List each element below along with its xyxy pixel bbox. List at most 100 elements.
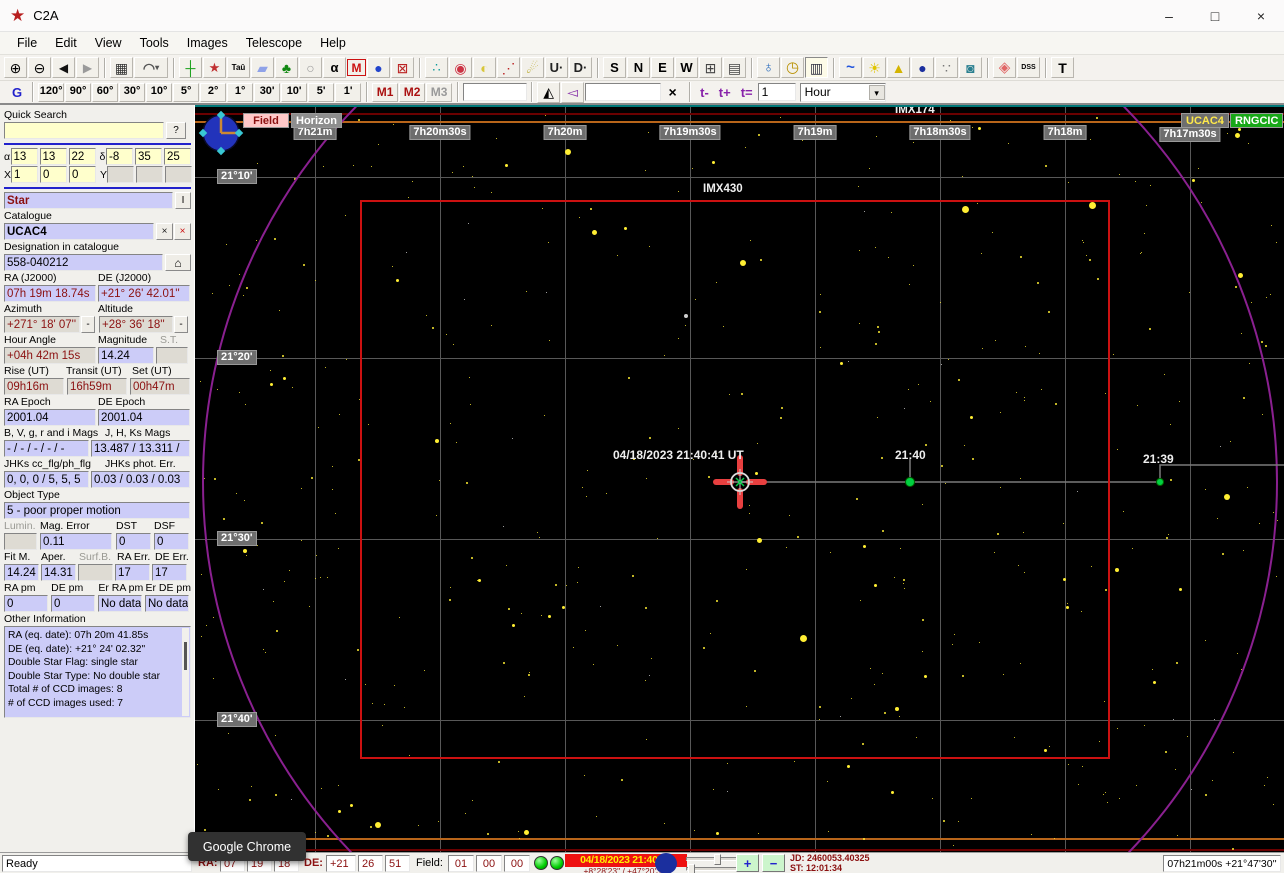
maximize-button[interactable]: □ [1192, 0, 1238, 32]
telescope-link-icon[interactable]: T [1051, 57, 1074, 78]
fov-10-button[interactable]: 10° [146, 83, 172, 102]
back-icon[interactable]: ◀ [52, 57, 75, 78]
time-minus-button[interactable]: t- [695, 85, 714, 100]
y2-input[interactable] [136, 166, 163, 183]
night-icon[interactable]: ● [911, 57, 934, 78]
fov-90-button[interactable]: 90° [65, 83, 91, 102]
zoom-plus-button[interactable]: + [736, 854, 759, 872]
clock-icon[interactable]: ◷ [781, 57, 804, 78]
catalogue-field[interactable]: UCAC4 [4, 223, 154, 240]
search-field-input[interactable] [585, 83, 661, 101]
camera-icon[interactable]: ◙ [959, 57, 982, 78]
earth-icon[interactable]: ♁ [757, 57, 780, 78]
fov-10m-button[interactable]: 10' [281, 83, 307, 102]
time-step-input[interactable] [758, 83, 796, 101]
minimize-button[interactable]: – [1146, 0, 1192, 32]
goto-button[interactable]: G [6, 85, 28, 100]
scrollbar[interactable] [182, 628, 189, 716]
y3-input[interactable] [165, 166, 192, 183]
field-mode-button[interactable]: Field [243, 113, 289, 128]
menu-telescope[interactable]: Telescope [237, 34, 311, 52]
uranus-icon[interactable]: U· [545, 57, 568, 78]
dss-icon[interactable]: DSS [1017, 57, 1040, 78]
flip-horizontal-icon[interactable]: ◭ [537, 82, 560, 103]
time-set-button[interactable]: t= [736, 85, 758, 100]
zoom-in-icon[interactable]: ⊕ [4, 57, 27, 78]
catalog-badge-ucac4[interactable]: UCAC4 [1181, 113, 1229, 128]
fov-2-button[interactable]: 2° [200, 83, 226, 102]
de-m-input[interactable] [135, 148, 162, 165]
time-plus-button[interactable]: t+ [714, 85, 736, 100]
east-icon[interactable]: E [651, 57, 674, 78]
y1-input[interactable] [107, 166, 134, 183]
object-class-field[interactable]: Star [4, 192, 173, 209]
moon-icon[interactable]: ◐ [473, 57, 496, 78]
designation-field[interactable]: 558-040212 [4, 254, 163, 271]
sun-icon[interactable]: ☀ [863, 57, 886, 78]
fit-view-icon[interactable]: ⊞ [699, 57, 722, 78]
panel-icon[interactable]: ▥ [805, 57, 828, 78]
ra-h-input[interactable] [11, 148, 38, 165]
help-button[interactable]: ? [166, 122, 186, 139]
prev-catalogue-button[interactable]: × [156, 223, 173, 240]
comets-icon[interactable]: ☄ [521, 57, 544, 78]
other-info-box[interactable]: RA (eq. date): 07h 20m 41.85s DE (eq. da… [4, 626, 191, 718]
milkyway-icon[interactable]: ▰ [251, 57, 274, 78]
galaxies-icon[interactable]: ◉ [449, 57, 472, 78]
menu-edit[interactable]: Edit [46, 34, 86, 52]
constellation-names-icon[interactable]: Taû [227, 57, 250, 78]
fov-5m-button[interactable]: 5' [308, 83, 334, 102]
clear-icon[interactable]: × [661, 82, 684, 103]
m2-button[interactable]: M2 [399, 83, 425, 102]
fov-30-button[interactable]: 30° [119, 83, 145, 102]
grid-icon[interactable]: ▦ [110, 57, 133, 78]
night-mode-indicator[interactable] [655, 853, 677, 873]
fov-60-button[interactable]: 60° [92, 83, 118, 102]
ecliptic-icon[interactable]: ○ [299, 57, 322, 78]
deepsky-icon[interactable]: ● [367, 57, 390, 78]
constellation-lines-icon[interactable]: ★ [203, 57, 226, 78]
north-icon[interactable]: N [627, 57, 650, 78]
greek-alpha-icon[interactable]: α [323, 57, 346, 78]
next-catalogue-button[interactable]: × [174, 223, 191, 240]
chevron-down-icon[interactable]: ▾ [869, 85, 885, 100]
time-unit-select[interactable]: Hour ▾ [800, 83, 886, 102]
x1-input[interactable] [11, 166, 38, 183]
south-icon[interactable]: S [603, 57, 626, 78]
ra-s-input[interactable] [69, 148, 96, 165]
menu-tools[interactable]: Tools [131, 34, 178, 52]
landscape-icon[interactable]: ♣ [275, 57, 298, 78]
catalog-badge-rngcic[interactable]: RNGCIC [1230, 113, 1283, 128]
de-d-input[interactable] [106, 148, 133, 165]
observatory-icon[interactable]: ▲ [887, 57, 910, 78]
fov-120-button[interactable]: 120° [38, 83, 64, 102]
altitude-spin-button[interactable]: - [174, 316, 188, 333]
sky-chart[interactable]: IMX430 IMX174 Field Horizon UCAC4 RNGCIC… [195, 105, 1284, 852]
de-s-input[interactable] [164, 148, 191, 165]
ra-m-input[interactable] [40, 148, 67, 165]
fov-30m-button[interactable]: 30' [254, 83, 280, 102]
satellites-icon[interactable]: ∵ [935, 57, 958, 78]
dome-caret-icon[interactable]: ▾ [155, 64, 159, 72]
compass-icon[interactable] [198, 110, 244, 156]
zoom-out-icon[interactable]: ⊖ [28, 57, 51, 78]
messier-icon[interactable]: M [347, 59, 366, 76]
fov-5-button[interactable]: 5° [173, 83, 199, 102]
m1-button[interactable]: M1 [372, 83, 398, 102]
menu-view[interactable]: View [86, 34, 131, 52]
west-icon[interactable]: W [675, 57, 698, 78]
center-object-icon[interactable]: ┼ [179, 57, 202, 78]
ccd-frame-icon[interactable]: ◈ [993, 57, 1016, 78]
azimuth-spin-button[interactable]: - [81, 316, 95, 333]
clusters-icon[interactable]: ∴ [425, 57, 448, 78]
fov-1-button[interactable]: 1° [227, 83, 253, 102]
slew-telescope-button[interactable]: ⌂ [165, 254, 191, 271]
double-stars-icon[interactable]: D· [569, 57, 592, 78]
menu-file[interactable]: File [8, 34, 46, 52]
menu-images[interactable]: Images [178, 34, 237, 52]
zoom-minus-button[interactable]: − [762, 854, 785, 872]
menu-help[interactable]: Help [311, 34, 355, 52]
quick-search-input[interactable] [4, 122, 164, 139]
asteroids-icon[interactable]: ⋰ [497, 57, 520, 78]
flip-vertical-icon[interactable]: ◅ [561, 82, 584, 103]
